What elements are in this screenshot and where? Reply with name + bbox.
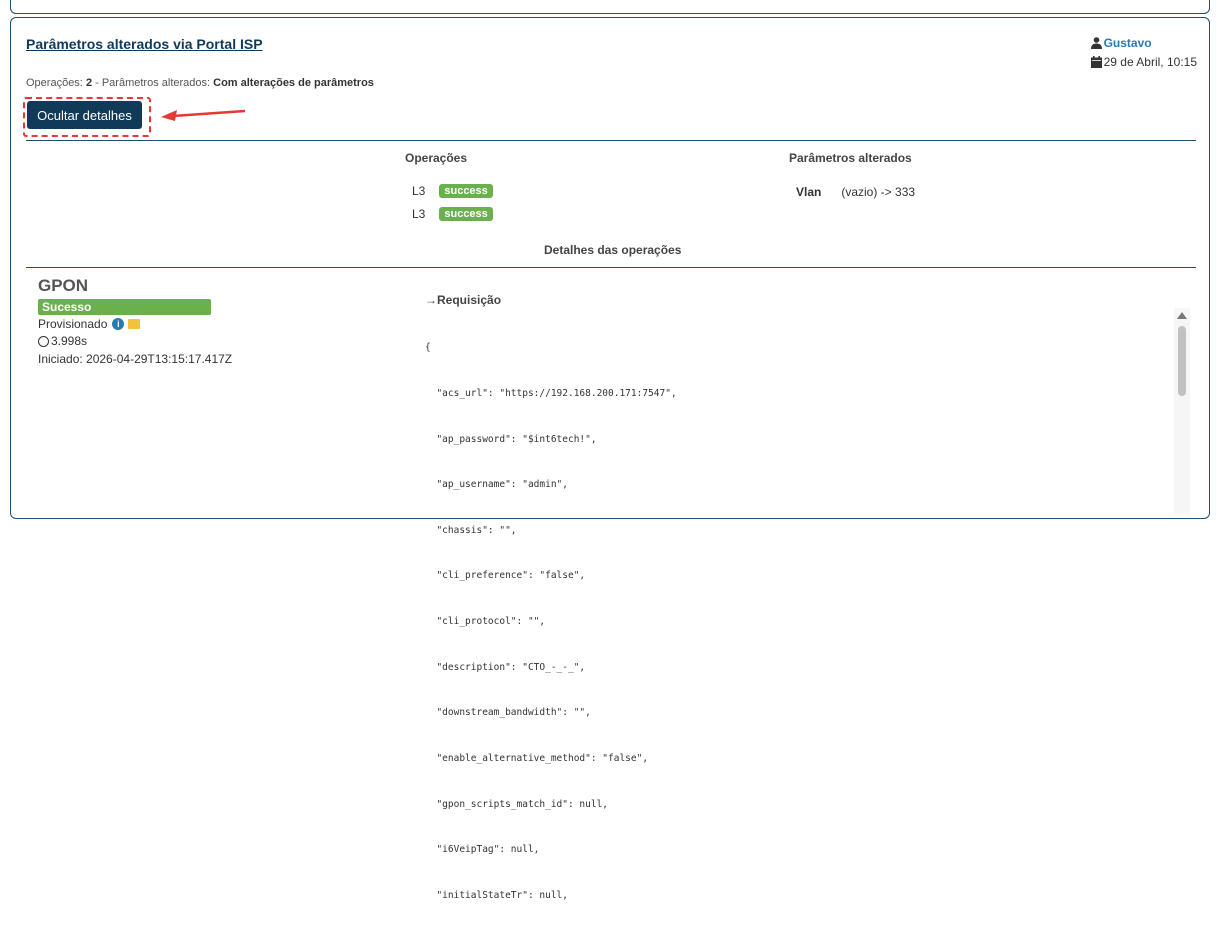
code-line: { (425, 342, 431, 354)
previous-card (10, 0, 1210, 14)
code-line: "ap_username": "admin", (425, 479, 568, 491)
scroll-thumb[interactable] (1178, 326, 1186, 396)
code-line: "i6VeipTag": null, (425, 844, 540, 856)
operation-row: L3 success (412, 184, 493, 198)
change-log-card: Parâmetros alterados via Portal ISP Gust… (10, 17, 1210, 901)
request-title: →Requisição (425, 293, 502, 307)
summary-params-value: Com alterações de parâmetros (213, 77, 374, 89)
param-name: Vlan (796, 185, 822, 199)
calendar-icon (1090, 55, 1102, 68)
code-line: "chassis": "", (425, 524, 517, 536)
user-icon (1090, 37, 1102, 49)
status-badge: success (439, 184, 493, 198)
info-icon[interactable]: i (112, 318, 125, 330)
details-header: Detalhes das operações (544, 243, 682, 257)
code-line: "enable_alternative_method": "false", (425, 752, 649, 764)
code-line: "description": "CTO_-_-_", (425, 661, 586, 673)
code-scrollbar[interactable] (1174, 308, 1190, 514)
operation-name: L3 (412, 207, 426, 221)
request-json[interactable]: { "acs_url": "https://192.168.200.171:75… (425, 310, 677, 933)
params-header: Parâmetros alterados (789, 151, 912, 165)
change-date: 29 de Abril, 10:15 (1103, 54, 1197, 69)
code-line: "gpon_scripts_match_id": null, (425, 798, 609, 810)
param-row: Vlan (vazio) -> 333 (796, 185, 915, 199)
clock-icon (38, 335, 49, 347)
status-badge: success (439, 207, 493, 221)
summary-separator: - (92, 77, 102, 89)
gpon-status-bar: Sucesso (38, 299, 211, 315)
gpon-title: GPON (38, 276, 89, 295)
duration-value: 3.998s (51, 334, 88, 348)
gpon-state-label: Provisionado (38, 317, 108, 331)
card-title[interactable]: Parâmetros alterados via Portal ISP (26, 36, 263, 52)
code-line: "downstream_bandwidth": "", (425, 707, 591, 719)
scroll-up-arrow-icon[interactable] (1177, 312, 1187, 319)
user-name[interactable]: Gustavo (1104, 36, 1152, 50)
author-block: Gustavo 29 de Abril, 10:15 (1090, 35, 1197, 70)
param-change: (vazio) -> 333 (841, 185, 916, 199)
gpon-duration: 3.998s (38, 334, 87, 348)
message-icon[interactable] (128, 319, 141, 329)
annotation-arrow-icon (161, 109, 246, 121)
summary-params-label: Parâmetros alterados: (101, 77, 211, 89)
divider (26, 140, 1196, 141)
code-line: "initialStateTr": null, (425, 889, 568, 901)
summary-ops-label: Operações: (26, 77, 83, 89)
toggle-details-button[interactable]: Ocultar detalhes (27, 101, 142, 129)
code-line: "acs_url": "https://192.168.200.171:7547… (425, 388, 677, 400)
code-line: "cli_preference": "false", (425, 570, 586, 582)
operation-name: L3 (412, 184, 426, 198)
gpon-started: Iniciado: 2026-04-29T13:15:17.417Z (38, 352, 233, 366)
operation-row: L3 success (412, 207, 493, 221)
divider (26, 267, 1196, 268)
summary-line: Operações: 2 - Parâmetros alterados: Com… (26, 77, 374, 89)
code-line: "cli_protocol": "", (425, 616, 546, 628)
gpon-state: Provisionado i (38, 317, 141, 331)
operations-header: Operações (405, 151, 468, 165)
code-line: "ap_password": "$int6tech!", (425, 433, 597, 445)
